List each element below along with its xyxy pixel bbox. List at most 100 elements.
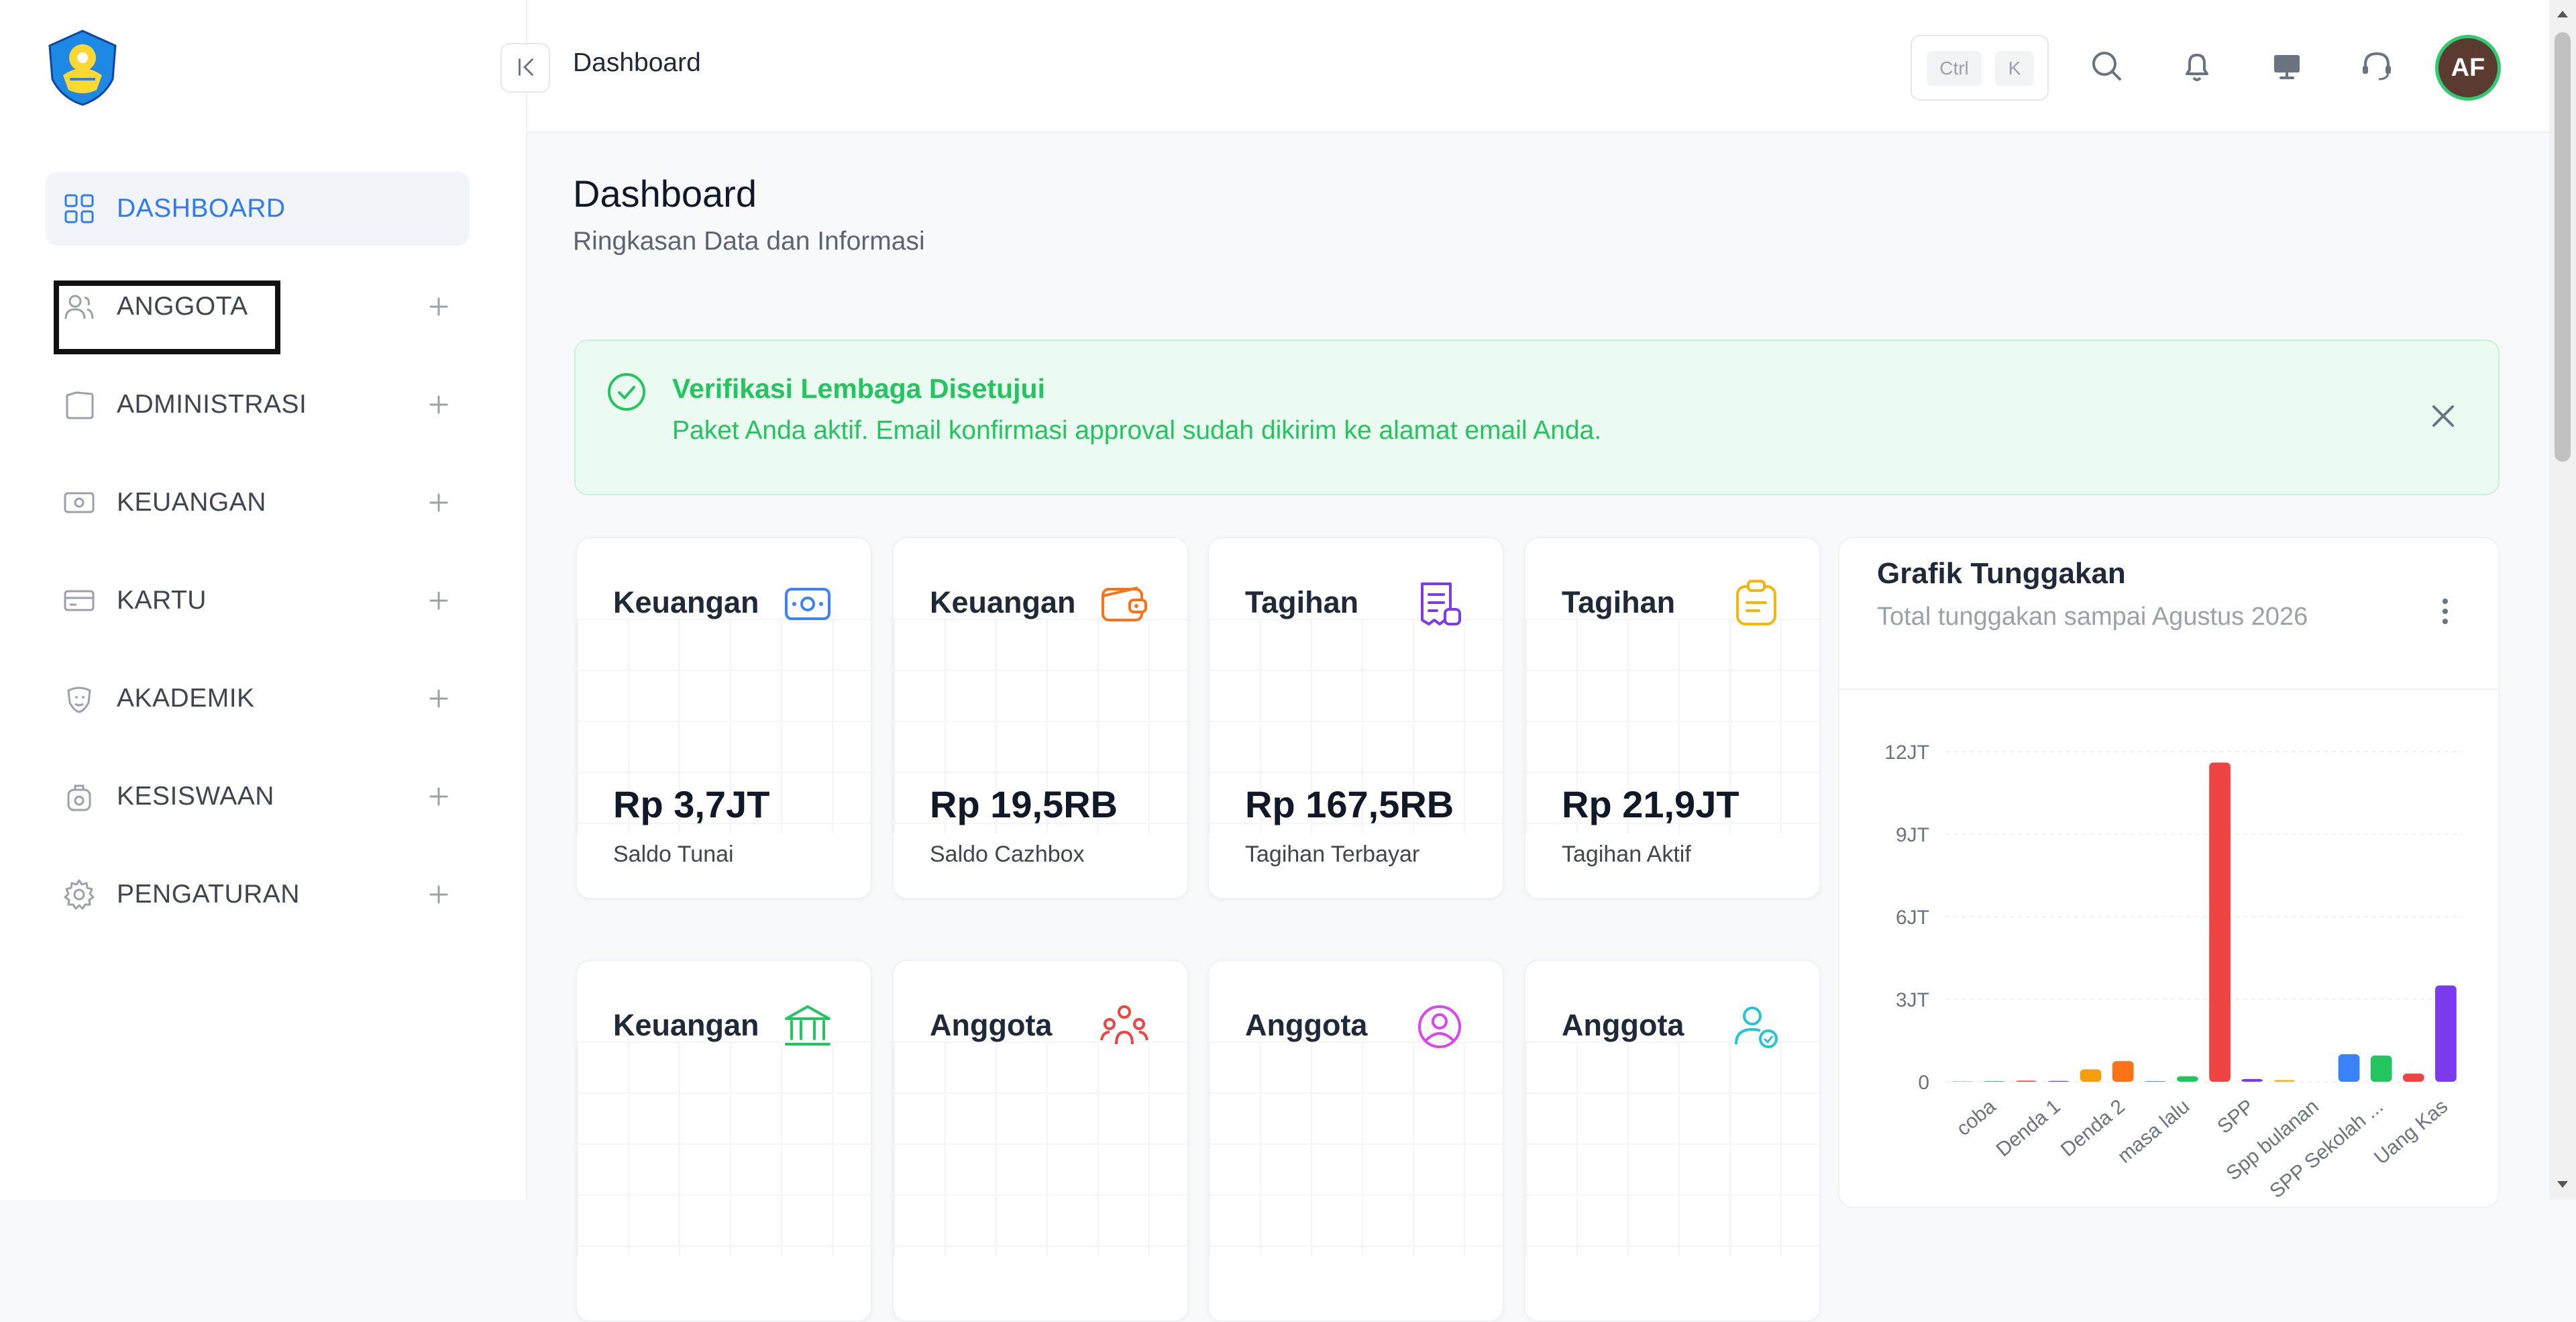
- card-title: Anggota: [1562, 1008, 1684, 1043]
- expand-plus-icon[interactable]: [425, 587, 452, 614]
- card-title: Keuangan: [930, 585, 1076, 620]
- card-icon: [62, 583, 97, 618]
- y-tick-label: 9JT: [1896, 824, 1929, 846]
- folder-icon: [62, 387, 97, 422]
- sidebar-item-label: KARTU: [117, 564, 207, 638]
- expand-plus-icon[interactable]: [425, 391, 452, 418]
- stat-card-cards_row1-1[interactable]: Keuangan Rp 3,7JT Saldo Tunai: [576, 537, 872, 899]
- sidebar-item-keuangan[interactable]: KEUANGAN: [46, 466, 470, 540]
- card-title: Tagihan: [1245, 585, 1358, 620]
- sidebar-item-administrasi[interactable]: ADMINISTRASI: [46, 368, 470, 442]
- y-tick-label: 6JT: [1896, 907, 1929, 929]
- collapse-left-icon: [502, 44, 549, 91]
- chart-bar: [2048, 1081, 2070, 1082]
- sidebar-item-kartu[interactable]: KARTU: [46, 564, 470, 638]
- scroll-down-arrow-icon[interactable]: [2553, 1174, 2572, 1193]
- sidebar-item-pengaturan[interactable]: PENGATURAN: [46, 858, 470, 931]
- annotation-highlight-box: [54, 281, 280, 354]
- money-icon: [62, 485, 97, 520]
- card-value: Rp 3,7JT: [613, 782, 769, 826]
- x-tick-label: SPP: [2213, 1095, 2258, 1138]
- card-label: Saldo Cazhbox: [930, 842, 1085, 868]
- bank-icon: [781, 1000, 835, 1054]
- card-background-grid: [894, 1041, 1187, 1256]
- collapse-sidebar-button[interactable]: [500, 43, 550, 93]
- y-tick-label: 12JT: [1884, 742, 1929, 764]
- x-tick-label: Denda 1: [1992, 1095, 2065, 1161]
- user-avatar[interactable]: AF: [2435, 35, 2501, 101]
- chart-bar: [2273, 1080, 2295, 1082]
- stat-card-cards_row1-4[interactable]: Tagihan Rp 21,9JT Tagihan Aktif: [1524, 537, 1821, 899]
- arrears-bar-chart: 12JT9JT6JT3JT0cobaDenda 1Denda 2masa lal…: [1838, 690, 2500, 1200]
- sidebar-item-label: KESISWAAN: [117, 760, 274, 833]
- card-label: Saldo Tunai: [613, 842, 734, 868]
- card-value: Rp 167,5RB: [1245, 782, 1454, 826]
- user-circle-icon: [1413, 1000, 1466, 1054]
- command-search-button[interactable]: Ctrl K: [1911, 35, 2049, 101]
- card-background-grid: [1209, 1041, 1503, 1256]
- card-title: Keuangan: [613, 1008, 759, 1043]
- card-label: Tagihan Terbayar: [1245, 842, 1419, 868]
- receipt-icon: [1413, 577, 1466, 631]
- chart-bar: [2403, 1074, 2424, 1082]
- stat-card-cards_row2-3[interactable]: Anggota: [1208, 960, 1504, 1322]
- mask-icon: [62, 681, 97, 716]
- more-vertical-icon[interactable]: [2430, 595, 2461, 628]
- stat-card-cards_row2-1[interactable]: Keuangan: [576, 960, 872, 1322]
- alert-title: Verifikasi Lembaga Disetujui: [672, 373, 1045, 405]
- scrollbar-thumb[interactable]: [2555, 32, 2571, 462]
- sidebar-item-kesiswaan[interactable]: KESISWAAN: [46, 760, 470, 833]
- page-subtitle: Ringkasan Data dan Informasi: [573, 227, 925, 256]
- backpack-icon: [62, 779, 97, 814]
- card-title: Tagihan: [1562, 585, 1675, 620]
- card-title: Anggota: [930, 1008, 1052, 1043]
- expand-plus-icon[interactable]: [425, 783, 452, 810]
- sidebar-item-label: DASHBOARD: [117, 172, 286, 246]
- cash-icon: [781, 577, 835, 631]
- expand-plus-icon[interactable]: [425, 293, 452, 320]
- check-circle-icon: [605, 370, 648, 413]
- expand-plus-icon[interactable]: [425, 489, 452, 516]
- expand-plus-icon[interactable]: [425, 881, 452, 908]
- card-label: Tagihan Aktif: [1562, 842, 1691, 868]
- chart-bar: [2371, 1056, 2392, 1082]
- expand-plus-icon[interactable]: [425, 685, 452, 712]
- chart-bar: [2080, 1070, 2102, 1082]
- card-background-grid: [577, 1041, 871, 1256]
- y-tick-label: 0: [1918, 1072, 1929, 1094]
- wallet-icon: [1097, 577, 1151, 631]
- user-check-icon: [1729, 1000, 1783, 1054]
- close-icon[interactable]: [2427, 400, 2459, 432]
- y-tick-label: 3JT: [1896, 989, 1929, 1011]
- chart-bar: [2015, 1080, 2037, 1082]
- chart-bar: [2177, 1076, 2198, 1082]
- x-tick-label: coba: [1952, 1095, 2000, 1140]
- bell-icon[interactable]: [2176, 46, 2218, 87]
- chart-bar: [1983, 1081, 2004, 1082]
- sidebar-item-dashboard[interactable]: DASHBOARD: [46, 172, 470, 246]
- stat-card-cards_row2-4[interactable]: Anggota: [1524, 960, 1821, 1322]
- grid-icon: [62, 191, 97, 226]
- headset-icon[interactable]: [2356, 46, 2398, 87]
- card-value: Rp 21,9JT: [1562, 782, 1739, 826]
- stat-card-cards_row1-3[interactable]: Tagihan Rp 167,5RB Tagihan Terbayar: [1208, 537, 1504, 899]
- card-title: Anggota: [1245, 1008, 1367, 1043]
- stat-card-cards_row1-2[interactable]: Keuangan Rp 19,5RB Saldo Cazhbox: [892, 537, 1189, 899]
- card-title: Keuangan: [613, 585, 759, 620]
- chart-title: Grafik Tunggakan: [1877, 557, 2126, 591]
- card-value: Rp 19,5RB: [930, 782, 1118, 826]
- breadcrumb: Dashboard: [573, 48, 701, 78]
- scroll-up-arrow-icon[interactable]: [2553, 5, 2572, 24]
- alert-message: Paket Anda aktif. Email konfirmasi appro…: [672, 416, 1601, 446]
- logo-icon: [43, 28, 122, 107]
- sidebar-item-label: KEUANGAN: [117, 466, 266, 540]
- card-background-grid: [1525, 1041, 1819, 1256]
- sidebar-item-akademik[interactable]: AKADEMIK: [46, 662, 470, 735]
- monitor-icon[interactable]: [2266, 46, 2308, 87]
- kbd-ctrl: Ctrl: [1927, 51, 1982, 86]
- search-icon[interactable]: [2086, 46, 2128, 87]
- clipboard-icon: [1729, 577, 1783, 631]
- chart-bar: [2241, 1079, 2263, 1082]
- x-tick-label: masa lalu: [2114, 1095, 2194, 1168]
- stat-card-cards_row2-2[interactable]: Anggota: [892, 960, 1189, 1322]
